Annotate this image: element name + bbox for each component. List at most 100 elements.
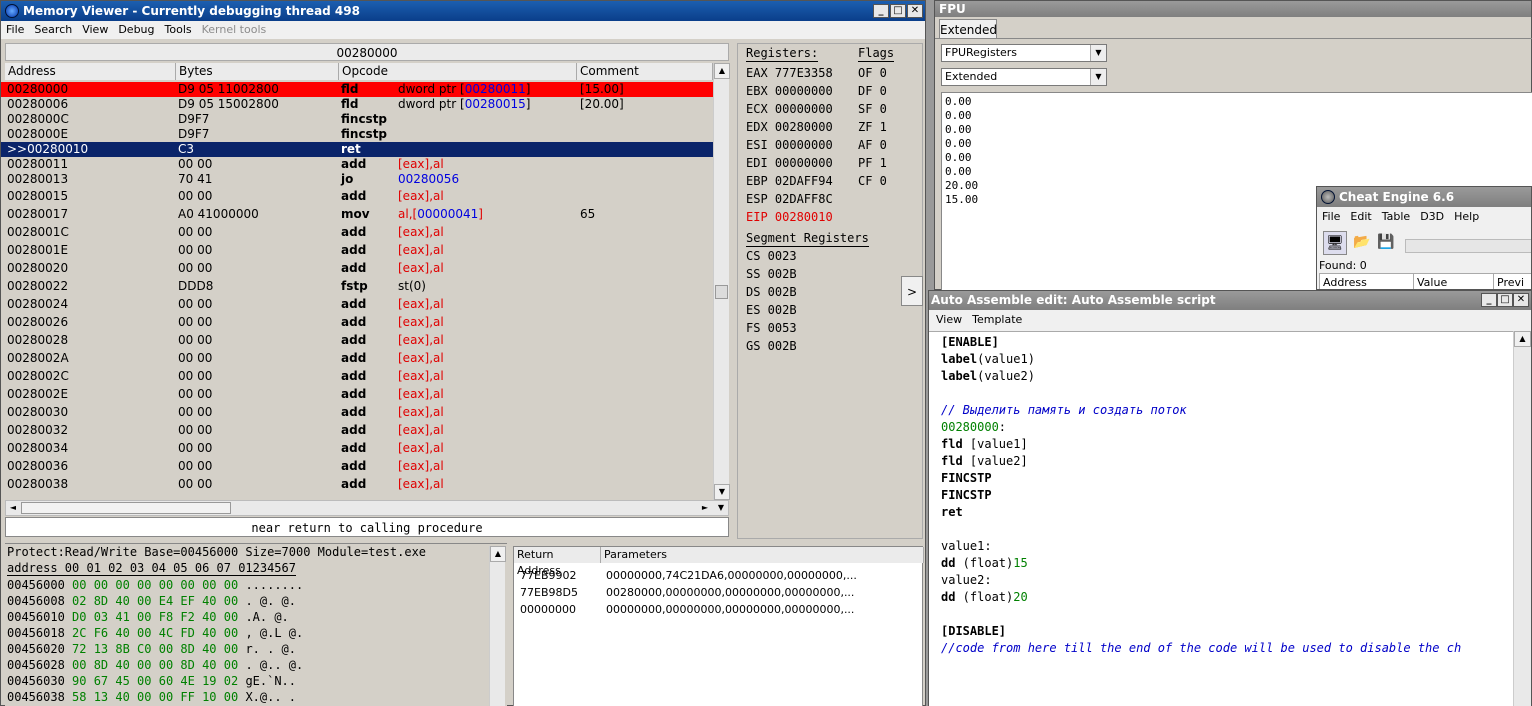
operand-address[interactable]: 00280011 — [465, 82, 526, 96]
scroll-up-icon[interactable]: ▲ — [714, 63, 730, 79]
code-line[interactable] — [941, 385, 1513, 402]
table-row[interactable]: >>00280010 C3 ret — [1, 142, 713, 157]
minimize-icon[interactable]: _ — [873, 4, 889, 18]
flag-cf[interactable]: CF 0 — [858, 172, 887, 190]
register-eip[interactable]: EIP 00280010 — [746, 208, 833, 226]
hex-row[interactable]: 00456018 2C F6 40 00 4C FD 40 00 , @.L @… — [7, 625, 303, 641]
script-editor[interactable]: [ENABLE] label(value1) label(value2) // Вы… — [929, 331, 1513, 706]
save-icon[interactable]: 💾 — [1375, 231, 1397, 255]
table-row[interactable]: 00280026 00 00 add [eax],al — [1, 313, 713, 331]
table-row[interactable]: 00280034 00 00 add [eax],al — [1, 439, 713, 457]
flag-zf[interactable]: ZF 1 — [858, 118, 887, 136]
code-line[interactable]: ret — [941, 504, 1513, 521]
table-row[interactable]: 00280000 D9 05 11002800 fld dword ptr [0028… — [1, 82, 713, 97]
maximize-icon[interactable]: □ — [890, 4, 906, 18]
hex-row[interactable]: 00456010 D0 03 41 00 F8 F2 40 00 .A. @. — [7, 609, 303, 625]
code-line[interactable]: value1: — [941, 538, 1513, 555]
col-return-address[interactable]: Return Address — [514, 547, 601, 577]
hex-row[interactable]: 00456028 00 8D 40 00 00 8D 40 00 . @.. @… — [7, 657, 303, 673]
hex-scrollbar[interactable]: ▲ — [489, 546, 506, 706]
hex-bytes[interactable]: 02 8D 40 00 E4 EF 40 00 — [72, 594, 238, 608]
table-row[interactable]: 00280017 A0 41000000 mov al,[00000041] 65 — [1, 205, 713, 223]
table-row[interactable]: 00280036 00 00 add [eax],al — [1, 457, 713, 475]
fpu-register-select[interactable]: FPURegisters ▼ — [941, 44, 1107, 62]
menu-tools[interactable]: Tools — [160, 23, 197, 36]
hex-bytes[interactable]: 90 67 45 00 60 4E 19 02 — [72, 674, 238, 688]
hscroll-left-icon[interactable]: ◄ — [6, 501, 20, 515]
hex-bytes[interactable]: 00 8D 40 00 00 8D 40 00 — [72, 658, 238, 672]
aa-menu-view[interactable]: View — [931, 313, 967, 326]
dropdown-arrow-icon[interactable]: ▼ — [1090, 45, 1106, 61]
hscroll-right-icon[interactable]: ► — [698, 501, 712, 515]
code-line[interactable] — [941, 521, 1513, 538]
table-row[interactable]: 0028002C 00 00 add [eax],al — [1, 367, 713, 385]
code-line[interactable]: value2: — [941, 572, 1513, 589]
flag-af[interactable]: AF 0 — [858, 136, 887, 154]
hex-bytes[interactable]: D0 03 41 00 F8 F2 40 00 — [72, 610, 238, 624]
expand-fpu-button[interactable]: > — [901, 276, 923, 306]
menu-view[interactable]: View — [77, 23, 113, 36]
table-row[interactable]: 00280022 DDD8 fstp st(0) — [1, 277, 713, 295]
code-line[interactable]: [DISABLE] — [941, 623, 1513, 640]
flag-df[interactable]: DF 0 — [858, 82, 887, 100]
aa-titlebar[interactable]: Auto Assemble edit: Auto Assemble script… — [929, 291, 1531, 310]
code-line[interactable]: dd (float)20 — [941, 589, 1513, 606]
aa-close-icon[interactable]: ✕ — [1513, 293, 1529, 307]
code-line[interactable]: label(value1) — [941, 351, 1513, 368]
table-row[interactable]: 00280006 D9 05 15002800 fld dword ptr [0028… — [1, 97, 713, 112]
table-row[interactable]: 00280032 00 00 add [eax],al — [1, 421, 713, 439]
ce-titlebar[interactable]: Cheat Engine 6.6 — [1317, 187, 1531, 207]
col-ce-value[interactable]: Value — [1414, 274, 1494, 289]
register-edx[interactable]: EDX 00280000 — [746, 118, 833, 136]
memory-viewer-titlebar[interactable]: Memory Viewer - Currently debugging thre… — [1, 1, 925, 21]
open-file-icon[interactable]: 📂 — [1351, 231, 1373, 255]
ce-menu-d3d[interactable]: D3D — [1415, 210, 1449, 223]
register-esi[interactable]: ESI 00000000 — [746, 136, 833, 154]
hscroll-right2-icon[interactable]: ▼ — [714, 501, 728, 515]
scroll-thumb[interactable] — [715, 285, 728, 299]
code-line[interactable]: fld [value1] — [941, 436, 1513, 453]
stack-row[interactable]: 77EB98D5 00280000,00000000,00000000,00000… — [514, 584, 924, 601]
table-row[interactable]: 0028000C D9F7 fincstp — [1, 112, 713, 127]
register-ecx[interactable]: ECX 00000000 — [746, 100, 833, 118]
segment-fs[interactable]: FS 0053 — [746, 319, 797, 337]
hex-scroll-up-icon[interactable]: ▲ — [490, 546, 506, 562]
close-icon[interactable]: ✕ — [907, 4, 923, 18]
segment-ds[interactable]: DS 002B — [746, 283, 797, 301]
ce-menu-help[interactable]: Help — [1449, 210, 1484, 223]
hex-row[interactable]: 00456000 00 00 00 00 00 00 00 00 .......… — [7, 577, 303, 593]
segment-es[interactable]: ES 002B — [746, 301, 797, 319]
code-line[interactable]: dd (float)15 — [941, 555, 1513, 572]
table-row[interactable]: 00280030 00 00 add [eax],al — [1, 403, 713, 421]
register-edi[interactable]: EDI 00000000 — [746, 154, 833, 172]
disasm-scrollbar[interactable]: ▲ ▼ — [713, 63, 730, 500]
table-row[interactable]: 0028001E 00 00 add [eax],al — [1, 241, 713, 259]
col-comment[interactable]: Comment — [577, 63, 713, 80]
code-line[interactable]: fld [value2] — [941, 453, 1513, 470]
operand-address[interactable]: 00280056 — [398, 172, 459, 186]
flag-of[interactable]: OF 0 — [858, 64, 887, 82]
hex-bytes[interactable]: 72 13 8B C0 00 8D 40 00 — [72, 642, 238, 656]
fpu-tab-extended[interactable]: Extended — [939, 19, 997, 39]
aa-menu-template[interactable]: Template — [967, 313, 1027, 326]
stack-row[interactable]: 00000000 00000000,00000000,00000000,00000… — [514, 601, 924, 618]
col-bytes[interactable]: Bytes — [176, 63, 339, 80]
table-row[interactable]: 0028002A 00 00 add [eax],al — [1, 349, 713, 367]
col-ce-previous[interactable]: Previ — [1494, 274, 1531, 289]
table-row[interactable]: 00280024 00 00 add [eax],al — [1, 295, 713, 313]
hex-row[interactable]: 00456030 90 67 45 00 60 4E 19 02 gE.`N.. — [7, 673, 303, 689]
code-line[interactable]: [ENABLE] — [941, 334, 1513, 351]
table-row[interactable]: 0028000E D9F7 fincstp — [1, 127, 713, 142]
aa-scrollbar[interactable]: ▲ — [1513, 331, 1531, 706]
disasm-list[interactable]: 00280000 D9 05 11002800 fld dword ptr [0028… — [1, 82, 713, 500]
table-row[interactable]: 00280028 00 00 add [eax],al — [1, 331, 713, 349]
hex-row[interactable]: 00456008 02 8D 40 00 E4 EF 40 00 . @. @. — [7, 593, 303, 609]
menu-file[interactable]: File — [1, 23, 29, 36]
flag-sf[interactable]: SF 0 — [858, 100, 887, 118]
col-address[interactable]: Address — [5, 63, 176, 80]
segment-cs[interactable]: CS 0023 — [746, 247, 797, 265]
operand-address[interactable]: 00000041 — [417, 207, 478, 221]
register-ebp[interactable]: EBP 02DAFF94 — [746, 172, 833, 190]
register-esp[interactable]: ESP 02DAFF8C — [746, 190, 833, 208]
code-line[interactable]: //code from here till the end of the cod… — [941, 640, 1513, 657]
